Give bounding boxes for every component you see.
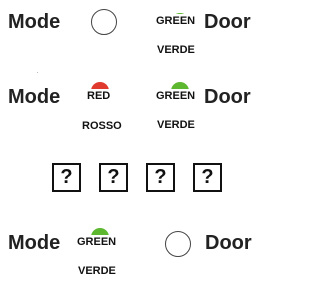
rosso-label: ROSSO <box>82 120 122 132</box>
door-label: Door <box>204 11 251 33</box>
light-off-icon <box>165 231 191 257</box>
speck <box>37 72 38 73</box>
verde-label: VERDE <box>78 265 116 277</box>
green-label: GREEN <box>156 90 196 102</box>
mode-label: Mode <box>8 11 61 33</box>
unknown-box-1[interactable]: ? <box>52 163 81 192</box>
unknown-box-2[interactable]: ? <box>99 163 128 192</box>
green-label: GREEN <box>77 236 117 248</box>
unknown-box-4[interactable]: ? <box>193 163 222 192</box>
door-label: Door <box>205 232 252 254</box>
verde-label: VERDE <box>157 44 195 56</box>
green-label: GREEN <box>156 15 196 27</box>
red-label: RED <box>87 90 111 102</box>
mode-label: Mode <box>8 86 61 108</box>
verde-label: VERDE <box>157 119 195 131</box>
unknown-box-3[interactable]: ? <box>146 163 175 192</box>
mode-label: Mode <box>8 232 61 254</box>
door-label: Door <box>204 86 251 108</box>
light-off-icon <box>91 9 117 35</box>
